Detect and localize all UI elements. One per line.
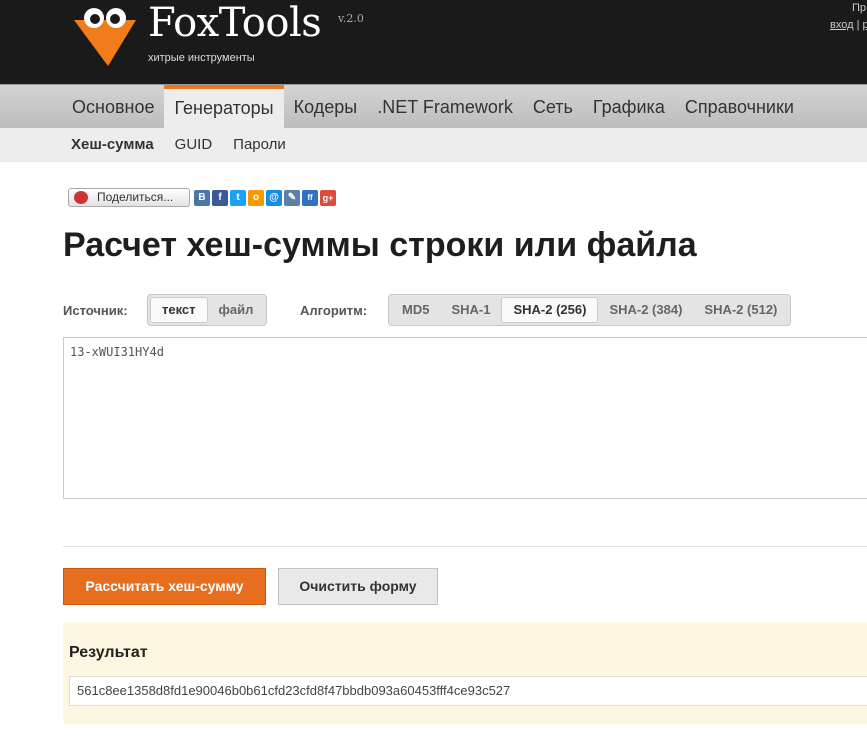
tagline: хитрые инструменты: [148, 52, 255, 64]
vk-icon[interactable]: В: [194, 190, 210, 206]
social-icons: В f t о @ ✎ ff g+: [194, 190, 338, 206]
nav-item-generators[interactable]: Генераторы: [164, 85, 284, 129]
site-header: FoxTools v.2.0 хитрые инструменты Пр вхо…: [0, 0, 867, 84]
algorithm-option-sha384[interactable]: SHA-2 (384): [598, 297, 693, 323]
algorithm-label: Алгоритм:: [300, 303, 368, 318]
version-label: v.2.0: [338, 12, 364, 25]
fox-logo-icon[interactable]: [72, 4, 140, 68]
subnav-item-hash[interactable]: Хеш-сумма: [71, 128, 154, 162]
sub-nav: Хеш-сумма GUID Пароли: [0, 128, 867, 162]
subnav-item-guid[interactable]: GUID: [175, 128, 213, 162]
input-textarea[interactable]: 13-xWUI31HY4d: [63, 337, 867, 499]
brand-name[interactable]: FoxTools: [148, 0, 322, 46]
share-icon: [74, 191, 88, 204]
nav-item-network[interactable]: Сеть: [523, 85, 583, 129]
algorithm-option-md5[interactable]: MD5: [391, 297, 440, 323]
odnoklassniki-icon[interactable]: о: [248, 190, 264, 206]
main-nav: Основное Генераторы Кодеры .NET Framewor…: [0, 84, 867, 129]
partial-link[interactable]: р: [863, 19, 867, 31]
divider: [63, 546, 867, 547]
clear-button[interactable]: Очистить форму: [278, 568, 438, 605]
result-panel: Результат 561c8ee1358d8fd1e90046b0b61cfd…: [63, 622, 867, 724]
share-button[interactable]: Поделиться...: [68, 188, 190, 207]
mail-icon[interactable]: @: [266, 190, 282, 206]
top-right-text: Пр: [852, 2, 867, 14]
source-label: Источник:: [63, 303, 128, 318]
subnav-item-passwords[interactable]: Пароли: [233, 128, 286, 162]
algorithm-toggle: MD5 SHA-1 SHA-2 (256) SHA-2 (384) SHA-2 …: [388, 294, 792, 326]
google-plus-icon[interactable]: g+: [320, 190, 336, 206]
calculate-button[interactable]: Рассчитать хеш-сумму: [63, 568, 266, 605]
twitter-icon[interactable]: t: [230, 190, 246, 206]
algorithm-option-sha1[interactable]: SHA-1: [440, 297, 501, 323]
share-label: Поделиться...: [97, 190, 174, 204]
source-toggle: текст файл: [147, 294, 268, 326]
algorithm-option-sha256[interactable]: SHA-2 (256): [501, 297, 599, 323]
nav-item-coders[interactable]: Кодеры: [284, 85, 368, 129]
source-option-text[interactable]: текст: [150, 297, 208, 323]
facebook-icon[interactable]: f: [212, 190, 228, 206]
result-field[interactable]: 561c8ee1358d8fd1e90046b0b61cfd23cfd8f47b…: [69, 676, 867, 706]
algorithm-option-sha512[interactable]: SHA-2 (512): [693, 297, 788, 323]
result-title: Результат: [69, 644, 148, 661]
source-option-file[interactable]: файл: [208, 297, 265, 323]
page-title: Расчет хеш-суммы строки или файла: [63, 226, 697, 264]
livejournal-icon[interactable]: ✎: [284, 190, 300, 206]
nav-item-graphics[interactable]: Графика: [583, 85, 675, 129]
login-link[interactable]: вход: [830, 19, 854, 31]
friendfeed-icon[interactable]: ff: [302, 190, 318, 206]
nav-item-references[interactable]: Справочники: [675, 85, 804, 129]
nav-item-basic[interactable]: Основное: [62, 85, 164, 129]
user-links: вход | р: [830, 19, 867, 31]
link-separator: |: [856, 19, 860, 31]
nav-item-dotnet[interactable]: .NET Framework: [367, 85, 523, 129]
